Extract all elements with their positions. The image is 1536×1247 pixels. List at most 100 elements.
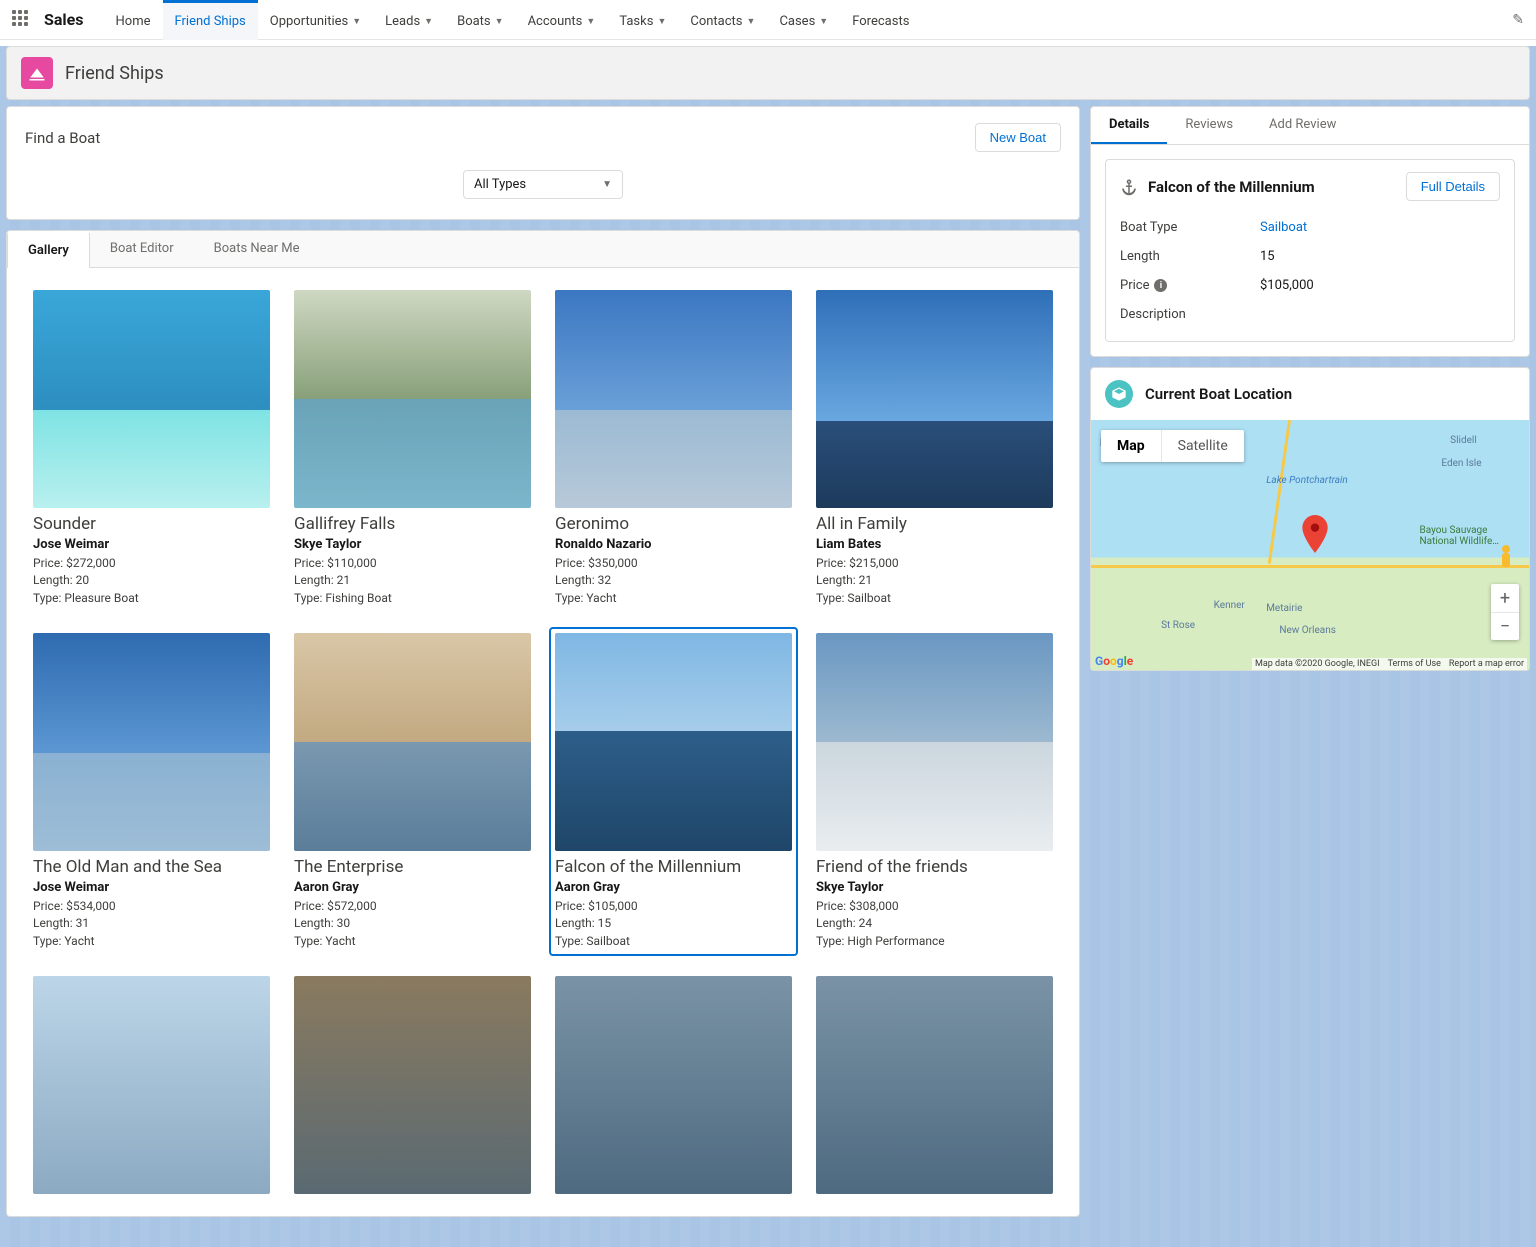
page-header-icon — [21, 57, 53, 89]
global-nav: Sales HomeFriend ShipsOpportunities▼Lead… — [0, 0, 1536, 40]
boat-grid: SounderJose WeimarPrice: $272,000Length:… — [31, 288, 1055, 1196]
boat-owner: Ronaldo Nazario — [555, 537, 792, 552]
tab-boats-near-me[interactable]: Boats Near Me — [194, 231, 320, 267]
field-label-price: Pricei — [1120, 278, 1260, 293]
boat-owner: Liam Bates — [816, 537, 1053, 552]
boat-name: Geronimo — [555, 514, 792, 534]
boat-image — [816, 290, 1053, 508]
detail-tabs: DetailsReviewsAdd Review — [1091, 107, 1529, 145]
map-type-map[interactable]: Map — [1101, 430, 1161, 462]
detail-tab-add-review[interactable]: Add Review — [1251, 107, 1354, 144]
field-value-price: $105,000 — [1260, 278, 1500, 293]
nav-label: Home — [116, 14, 151, 29]
nav-label: Cases — [779, 14, 815, 29]
nav-item-forecasts[interactable]: Forecasts — [840, 0, 921, 40]
nav-label: Forecasts — [852, 14, 909, 29]
boat-owner: Skye Taylor — [816, 880, 1053, 895]
nav-item-tasks[interactable]: Tasks▼ — [607, 0, 678, 40]
boat-tile[interactable]: The EnterpriseAaron GrayPrice: $572,000L… — [292, 631, 533, 952]
nav-label: Leads — [385, 14, 420, 29]
boat-tile[interactable]: Friend of the friendsSkye TaylorPrice: $… — [814, 631, 1055, 952]
boat-tile[interactable]: GeronimoRonaldo NazarioPrice: $350,000Le… — [553, 288, 794, 609]
app-name: Sales — [44, 10, 84, 29]
gallery-card: GalleryBoat EditorBoats Near Me SounderJ… — [6, 230, 1080, 1217]
boat-name: Friend of the friends — [816, 857, 1053, 877]
edit-nav-icon[interactable]: ✎ — [1512, 12, 1524, 28]
pegman-icon[interactable] — [1495, 544, 1517, 574]
detail-tab-details[interactable]: Details — [1091, 107, 1167, 144]
new-boat-button[interactable]: New Boat — [975, 123, 1061, 152]
boat-tile[interactable] — [31, 974, 272, 1196]
chevron-down-icon: ▼ — [819, 16, 828, 27]
boat-image — [816, 633, 1053, 851]
boat-tile[interactable] — [814, 974, 1055, 1196]
google-logo: Google — [1095, 654, 1133, 668]
boat-meta: Price: $215,000Length: 21Type: Sailboat — [816, 555, 1053, 607]
page-header: Friend Ships — [6, 46, 1530, 100]
map-label: Lake Pontchartrain — [1266, 475, 1348, 486]
find-boat-card: Find a Boat New Boat All Types ▼ — [6, 106, 1080, 220]
map-type-satellite[interactable]: Satellite — [1161, 430, 1244, 462]
boat-owner: Aaron Gray — [294, 880, 531, 895]
nav-item-boats[interactable]: Boats▼ — [445, 0, 515, 40]
chevron-down-icon: ▼ — [657, 16, 666, 27]
chevron-down-icon: ▼ — [495, 16, 504, 27]
boat-owner: Skye Taylor — [294, 537, 531, 552]
map-attribution: Map data ©2020 Google, INEGI Terms of Us… — [1252, 658, 1527, 670]
field-label-boat-type: Boat Type — [1120, 220, 1260, 235]
boat-tile[interactable]: Gallifrey Falls Skye Taylor Price: $110,00… — [292, 288, 533, 609]
nav-item-cases[interactable]: Cases ▼ — [767, 0, 840, 40]
chevron-down-icon: ▼ — [352, 16, 361, 27]
info-icon[interactable]: i — [1154, 279, 1167, 292]
tab-gallery[interactable]: Gallery — [7, 231, 90, 268]
boat-meta: Price: $572,000Length: 30Type: Yacht — [294, 898, 531, 950]
location-title: Current Boat Location — [1145, 385, 1292, 403]
boat-owner: Jose Weimar — [33, 880, 270, 895]
boat-tile[interactable]: The Old Man and the SeaJose WeimarPrice:… — [31, 631, 272, 952]
terms-link[interactable]: Terms of Use — [1388, 659, 1441, 669]
nav-item-home[interactable]: Home — [104, 0, 163, 40]
nav-label: Friend Ships — [175, 14, 246, 29]
boat-tile[interactable] — [292, 974, 533, 1196]
boat-owner: Aaron Gray — [555, 880, 792, 895]
zoom-out-button[interactable]: − — [1491, 612, 1519, 640]
boat-name: Gallifrey Falls — [294, 514, 531, 534]
report-link[interactable]: Report a map error — [1449, 659, 1524, 669]
map[interactable]: SlidellEden IsleLake PontchartrainRuddoc… — [1091, 420, 1529, 670]
boat-tile[interactable]: Falcon of the MillenniumAaron GrayPrice:… — [549, 627, 798, 956]
chevron-down-icon: ▼ — [586, 16, 595, 27]
map-label: Eden Isle — [1441, 458, 1481, 469]
detail-title: Falcon of the Millennium — [1148, 178, 1396, 196]
boat-owner: Jose Weimar — [33, 537, 270, 552]
boat-meta: Price: $272,000Length: 20Type: Pleasure … — [33, 555, 270, 607]
nav-label: Accounts — [528, 14, 583, 29]
location-card: Current Boat Location Slidell Eden Isle La… — [1090, 367, 1530, 671]
boat-image — [294, 633, 531, 851]
tab-boat-editor[interactable]: Boat Editor — [90, 231, 194, 267]
map-label: New Orleans — [1279, 625, 1336, 636]
nav-item-accounts[interactable]: Accounts▼ — [516, 0, 608, 40]
boat-tile[interactable]: All in FamilyLiam BatesPrice: $215,000Le… — [814, 288, 1055, 609]
field-value-description — [1260, 307, 1500, 322]
zoom-control: + − — [1491, 584, 1519, 640]
zoom-in-button[interactable]: + — [1491, 584, 1519, 612]
field-value-boat-type[interactable]: Sailboat — [1260, 220, 1500, 235]
chevron-down-icon: ▼ — [424, 16, 433, 27]
nav-item-friend-ships[interactable]: Friend Ships — [163, 0, 258, 40]
nav-item-opportunities[interactable]: Opportunities ▼ — [258, 0, 373, 40]
boat-type-select[interactable]: All Types ▼ — [463, 170, 623, 199]
field-label-description: Description — [1120, 307, 1260, 322]
boat-tile[interactable]: SounderJose WeimarPrice: $272,000Length:… — [31, 288, 272, 609]
boat-meta: Price: $110,000Length: 21Type: Fishing B… — [294, 555, 531, 607]
map-label: Slidell — [1450, 435, 1477, 446]
nav-label: Opportunities — [270, 14, 348, 29]
nav-item-leads[interactable]: Leads ▼ — [373, 0, 445, 40]
boat-tile[interactable] — [553, 974, 794, 1196]
detail-tab-reviews[interactable]: Reviews — [1167, 107, 1251, 144]
boat-meta: Price: $534,000Length: 31Type: Yacht — [33, 898, 270, 950]
full-details-button[interactable]: Full Details — [1406, 172, 1500, 201]
boat-image — [555, 290, 792, 508]
gallery-tabs: GalleryBoat EditorBoats Near Me — [7, 231, 1079, 268]
nav-item-contacts[interactable]: Contacts▼ — [678, 0, 767, 40]
app-launcher-icon[interactable] — [12, 10, 32, 30]
